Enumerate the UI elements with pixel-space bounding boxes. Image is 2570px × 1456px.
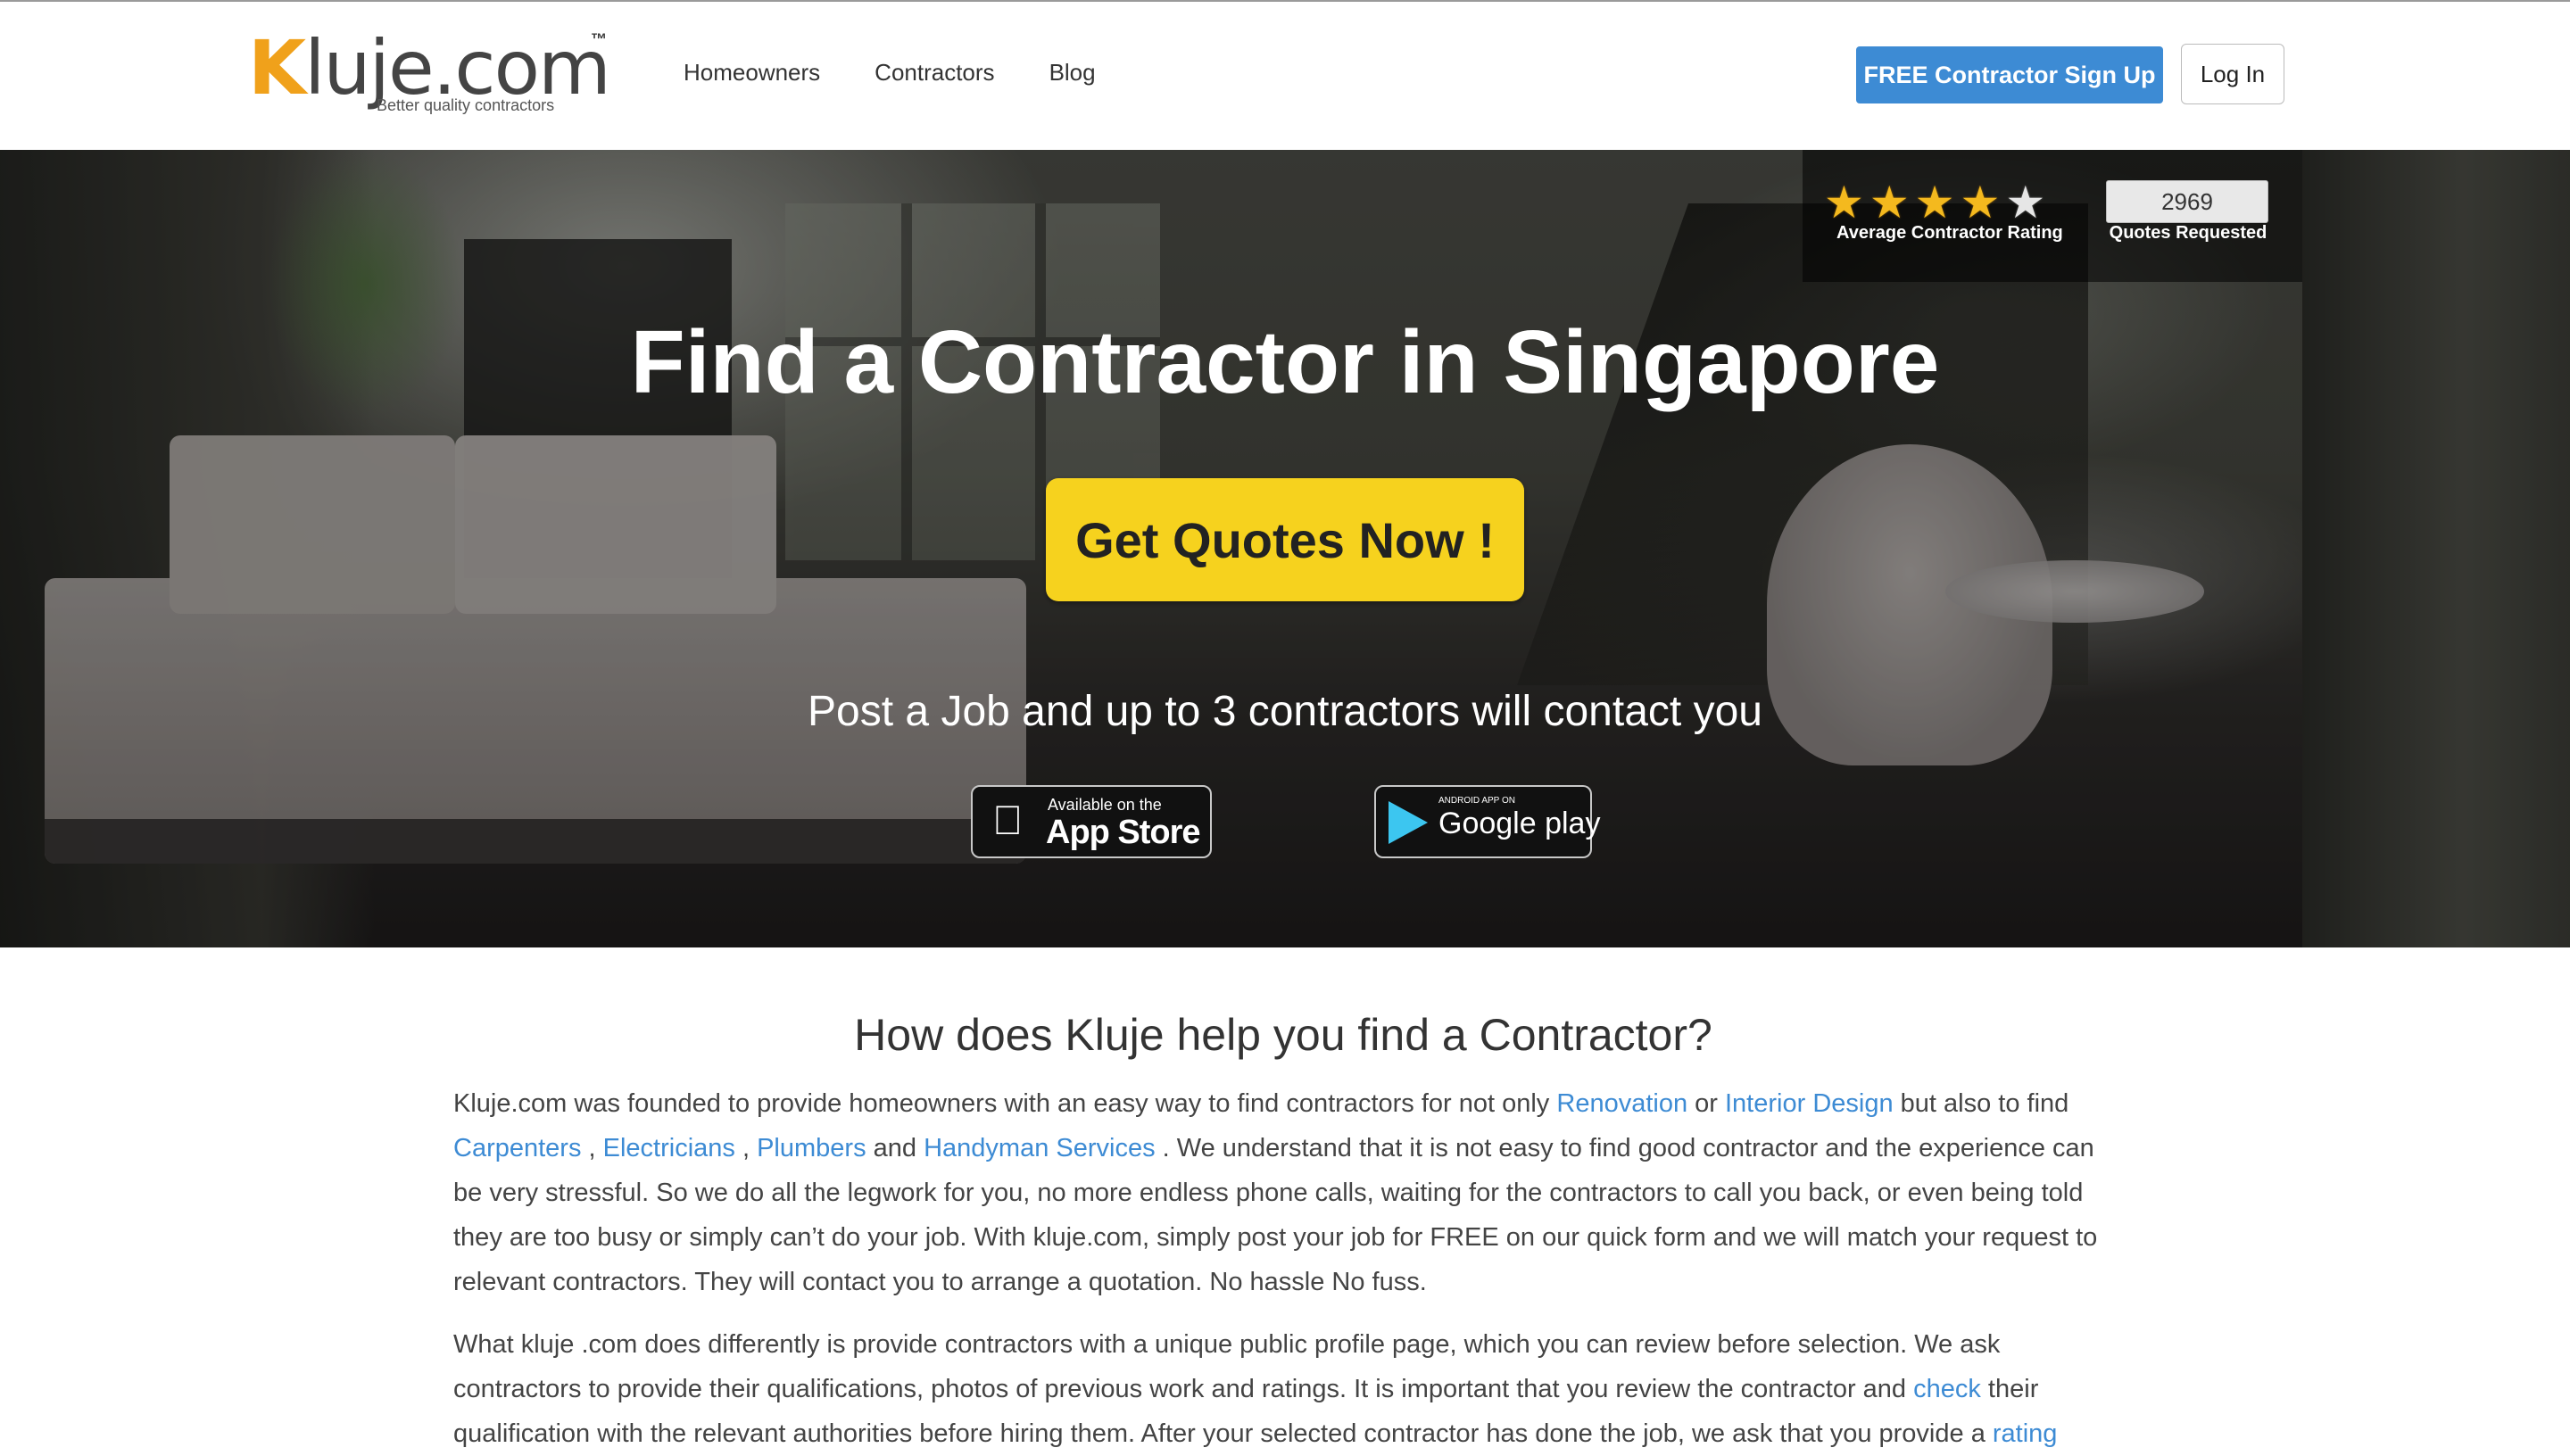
paragraph-text: Kluje.com was founded to provide homeown… [453, 1089, 1557, 1118]
rating-label: Average Contractor Rating [1836, 223, 2063, 243]
nav-blog[interactable]: Blog [1049, 59, 1096, 87]
site-header: Kluje.com ™ Better quality contractors H… [0, 2, 2570, 150]
link-handyman-services[interactable]: Handyman Services [924, 1134, 1156, 1162]
trademark-symbol: ™ [591, 30, 607, 48]
apple-icon:  [992, 799, 1024, 840]
quotes-label: Quotes Requested [2109, 223, 2267, 243]
link-renovation[interactable]: Renovation [1556, 1089, 1687, 1118]
get-quotes-button[interactable]: Get Quotes Now ! [1046, 478, 1524, 601]
main-nav: Homeowners Contractors Blog [684, 59, 1150, 87]
section-heading: How does Kluje help you find a Contracto… [854, 1010, 1712, 1060]
kluje-logo[interactable]: Kluje.com ™ Better quality contractors [248, 25, 623, 123]
hero-banner: ★ ★ ★ ★ ★ Average Contractor Rating 2969 Quo… [0, 150, 2570, 947]
paragraph-text: , [581, 1134, 603, 1162]
star-icon: ★ [2005, 178, 2046, 228]
nav-contractors[interactable]: Contractors [875, 59, 994, 87]
hero-title: Find a Contractor in Singapore [630, 312, 1940, 412]
main-content: How does Kluje help you find a Contracto… [453, 999, 2113, 1456]
paragraph-text: but also to find [1893, 1089, 2069, 1118]
second-paragraph: What kluje .com does differently is prov… [453, 1322, 2113, 1456]
rating-panel: ★ ★ ★ ★ ★ Average Contractor Rating 2969 Quo… [1803, 150, 2302, 282]
link-interior-design[interactable]: Interior Design [1725, 1089, 1894, 1118]
rating-stars: ★ ★ ★ ★ ★ [1824, 180, 2045, 225]
intro-paragraph: Kluje.com was founded to provide homeown… [453, 1081, 2113, 1304]
login-button[interactable]: Log In [2181, 44, 2284, 104]
google-play-badge[interactable]: ANDROID APP ON Google play [1374, 785, 1600, 858]
googleplay-small-text: ANDROID APP ON [1438, 796, 1515, 806]
appstore-small-text: Available on the [1048, 796, 1162, 814]
paragraph-text: What kluje .com does differently is prov… [453, 1330, 2001, 1403]
paragraph-text: and [866, 1134, 924, 1162]
googleplay-big-text: Google play [1438, 807, 1601, 840]
star-icon: ★ [1824, 178, 1864, 228]
nav-homeowners[interactable]: Homeowners [684, 59, 820, 87]
quotes-count: 2969 [2106, 180, 2268, 223]
paragraph-text: or [1687, 1089, 1725, 1118]
link-plumbers[interactable]: Plumbers [757, 1134, 866, 1162]
star-icon: ★ [1869, 178, 1910, 228]
google-play-icon [1389, 801, 1428, 844]
star-icon: ★ [1914, 178, 1955, 228]
paragraph-text: , [734, 1134, 758, 1162]
link-carpenters[interactable]: Carpenters [453, 1134, 581, 1162]
star-icon: ★ [1960, 178, 2001, 228]
link-rating[interactable]: rating [1993, 1419, 2058, 1448]
link-electricians[interactable]: Electricians [603, 1134, 735, 1162]
free-contractor-signup-button[interactable]: FREE Contractor Sign Up [1856, 46, 2163, 103]
logo-tagline: Better quality contractors [377, 96, 555, 114]
link-check[interactable]: check [1913, 1375, 1981, 1403]
hero-subtitle: Post a Job and up to 3 contractors will … [808, 688, 1762, 735]
app-store-badge[interactable]:  Available on the App Store [971, 785, 1212, 858]
appstore-big-text: App Store [1046, 814, 1201, 851]
